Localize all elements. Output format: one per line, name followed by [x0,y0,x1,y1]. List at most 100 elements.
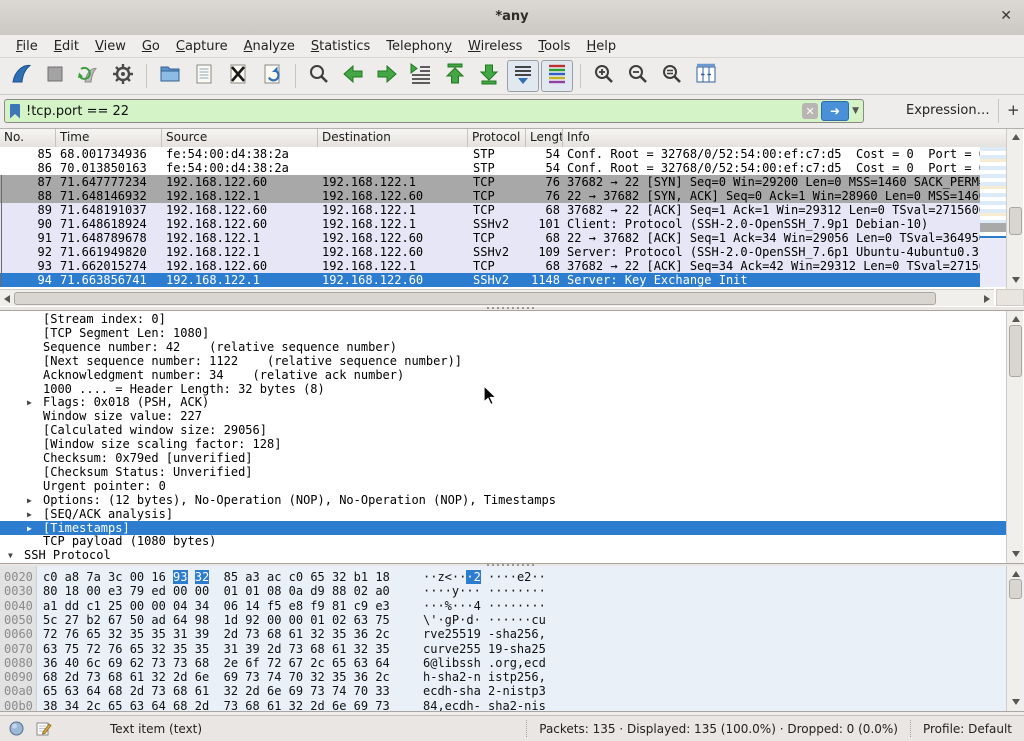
hex-row-0080[interactable]: 008036 40 6c 69 62 73 73 68 2e 6f 72 67 … [0,656,1006,670]
detail-line[interactable]: ▶Flags: 0x018 (PSH, ACK) [0,395,1006,409]
column-header-time[interactable]: Time [56,129,162,147]
detail-line[interactable]: [Calculated window size: 29056] [0,423,1006,437]
auto-scroll-button[interactable] [507,60,539,92]
packet-minimap[interactable] [980,147,1006,287]
detail-line[interactable]: [TCP Segment Len: 1080] [0,326,1006,340]
close-icon[interactable]: ✕ [1000,8,1012,24]
column-header-no[interactable]: No. [0,129,56,147]
packet-row-86[interactable]: 8670.013850163fe:54:00:d4:38:2aSTP54Conf… [0,161,980,175]
detail-line[interactable]: [Window size scaling factor: 128] [0,437,1006,451]
detail-line[interactable]: [Checksum Status: Unverified] [0,465,1006,479]
collapsed-arrow-icon[interactable]: ▶ [27,494,32,508]
zoom-in-button[interactable] [588,60,620,92]
filter-dropdown-icon[interactable]: ▼ [852,106,859,116]
details-vscrollbar[interactable] [1006,311,1023,564]
filter-bookmark-icon[interactable] [10,104,20,119]
hex-row-0030[interactable]: 003080 18 00 e3 79 ed 00 00 01 01 08 0a … [0,584,1006,598]
stop-capture-button[interactable] [39,60,71,92]
column-header-info[interactable]: Info [563,129,1006,147]
menu-analyze[interactable]: Analyze [236,37,303,56]
display-filter-input[interactable]: !tcp.port == 22 ✕ ➜ ▼ [4,99,864,123]
capture-options-button[interactable] [107,60,139,92]
go-last-button[interactable] [473,60,505,92]
packet-row-90[interactable]: 9071.648618924192.168.122.60192.168.122.… [0,217,980,231]
packet-row-87[interactable]: 8771.647777234192.168.122.60192.168.122.… [0,175,980,189]
filter-add-button[interactable]: + [1007,101,1020,119]
hex-row-0090[interactable]: 009068 2d 73 68 61 32 2d 6e 69 73 74 70 … [0,670,1006,684]
hex-row-0020[interactable]: 0020c0 a8 7a 3c 00 16 93 32 85 a3 ac c0 … [0,570,1006,584]
go-forward-button[interactable] [371,60,403,92]
detail-line[interactable]: [Next sequence number: 1122 (relative se… [0,354,1006,368]
packet-row-88[interactable]: 8871.648146932192.168.122.1192.168.122.6… [0,189,980,203]
zoom-out-button[interactable] [622,60,654,92]
packet-row-91[interactable]: 9171.648789678192.168.122.1192.168.122.6… [0,231,980,245]
detail-line[interactable]: ▶[Timestamps] [0,521,1006,535]
column-header-protocol[interactable]: Protocol [468,129,526,147]
bytes-vscrollbar[interactable] [1006,566,1023,711]
go-first-button[interactable] [439,60,471,92]
detail-line[interactable]: Urgent pointer: 0 [0,479,1006,493]
hex-row-0040[interactable]: 0040a1 dd c1 25 00 00 04 34 06 14 f5 e8 … [0,599,1006,613]
packet-row-93[interactable]: 9371.662015274192.168.122.60192.168.122.… [0,259,980,273]
resize-columns-button[interactable] [690,60,722,92]
expert-info-icon[interactable] [8,720,25,737]
hex-row-0060[interactable]: 006072 76 65 32 35 35 31 39 2d 73 68 61 … [0,627,1006,641]
menu-capture[interactable]: Capture [168,37,236,56]
detail-line[interactable]: 1000 .... = Header Length: 32 bytes (8) [0,382,1006,396]
column-header-length[interactable]: Length [526,129,563,147]
hex-row-0050[interactable]: 00505c 27 b2 67 50 ad 64 98 1d 92 00 00 … [0,613,1006,627]
menu-wireless[interactable]: Wireless [460,37,530,56]
menu-help[interactable]: Help [578,37,624,56]
detail-line[interactable]: Sequence number: 42 (relative sequence n… [0,340,1006,354]
detail-line[interactable]: [Stream index: 0] [0,312,1006,326]
packet-list-hscrollbar[interactable] [0,289,994,306]
save-file-button[interactable] [188,60,220,92]
detail-line[interactable]: ▶[SEQ/ACK analysis] [0,507,1006,521]
find-packet-button[interactable] [303,60,335,92]
go-back-button[interactable] [337,60,369,92]
reload-file-button[interactable] [256,60,288,92]
detail-line[interactable]: ▼SSH Protocol [0,548,1006,562]
detail-line[interactable]: ▶Options: (12 bytes), No-Operation (NOP)… [0,493,1006,507]
packet-row-92[interactable]: 9271.661949820192.168.122.1192.168.122.6… [0,245,980,259]
packet-row-94[interactable]: 9471.663856741192.168.122.1192.168.122.6… [0,273,980,287]
detail-line[interactable]: TCP payload (1080 bytes) [0,534,1006,548]
column-header-source[interactable]: Source [162,129,318,147]
collapsed-arrow-icon[interactable]: ▶ [27,522,32,536]
menu-edit[interactable]: Edit [46,37,87,56]
start-capture-button[interactable] [5,60,37,92]
cell-info: Client: Protocol (SSH-2.0-OpenSSH_7.9p1 … [563,217,980,231]
menu-file[interactable]: File [8,37,46,56]
status-profile[interactable]: Profile: Default [910,720,1024,738]
detail-line[interactable]: Acknowledgment number: 34 (relative ack … [0,368,1006,382]
filter-apply-button[interactable]: ➜ [821,101,849,121]
hex-row-00b0[interactable]: 00b038 34 2c 65 63 64 68 2d 73 68 61 32 … [0,699,1006,712]
menu-tools[interactable]: Tools [530,37,578,56]
filter-clear-button[interactable]: ✕ [802,103,818,119]
collapsed-arrow-icon[interactable]: ▶ [27,508,32,522]
column-header-destination[interactable]: Destination [318,129,468,147]
packet-list-vscrollbar[interactable] [1006,129,1023,289]
menu-view[interactable]: View [87,37,134,56]
capture-comment-icon[interactable] [35,720,52,737]
open-file-button[interactable] [154,60,186,92]
expanded-arrow-icon[interactable]: ▼ [8,549,13,563]
packet-row-85[interactable]: 8568.001734936fe:54:00:d4:38:2aSTP54Conf… [0,147,980,161]
hex-offset: 0030 [4,584,33,598]
window-titlebar: *any ✕ [0,0,1024,36]
menu-go[interactable]: Go [134,37,168,56]
go-to-packet-button[interactable] [405,60,437,92]
collapsed-arrow-icon[interactable]: ▶ [27,396,32,410]
hex-row-00a0[interactable]: 00a065 63 64 68 2d 73 68 61 32 2d 6e 69 … [0,684,1006,698]
expression-button[interactable]: Expression… [906,103,990,118]
close-file-button[interactable] [222,60,254,92]
packet-row-89[interactable]: 8971.648191037192.168.122.60192.168.122.… [0,203,980,217]
zoom-original-button[interactable] [656,60,688,92]
hex-row-0070[interactable]: 007063 75 72 76 65 32 35 35 31 39 2d 73 … [0,642,1006,656]
colorize-button[interactable] [541,60,573,92]
detail-line[interactable]: Checksum: 0x79ed [unverified] [0,451,1006,465]
menu-statistics[interactable]: Statistics [303,37,378,56]
menu-telephony[interactable]: Telephony [378,37,460,56]
restart-capture-button[interactable] [73,60,105,92]
detail-line[interactable]: Window size value: 227 [0,409,1006,423]
